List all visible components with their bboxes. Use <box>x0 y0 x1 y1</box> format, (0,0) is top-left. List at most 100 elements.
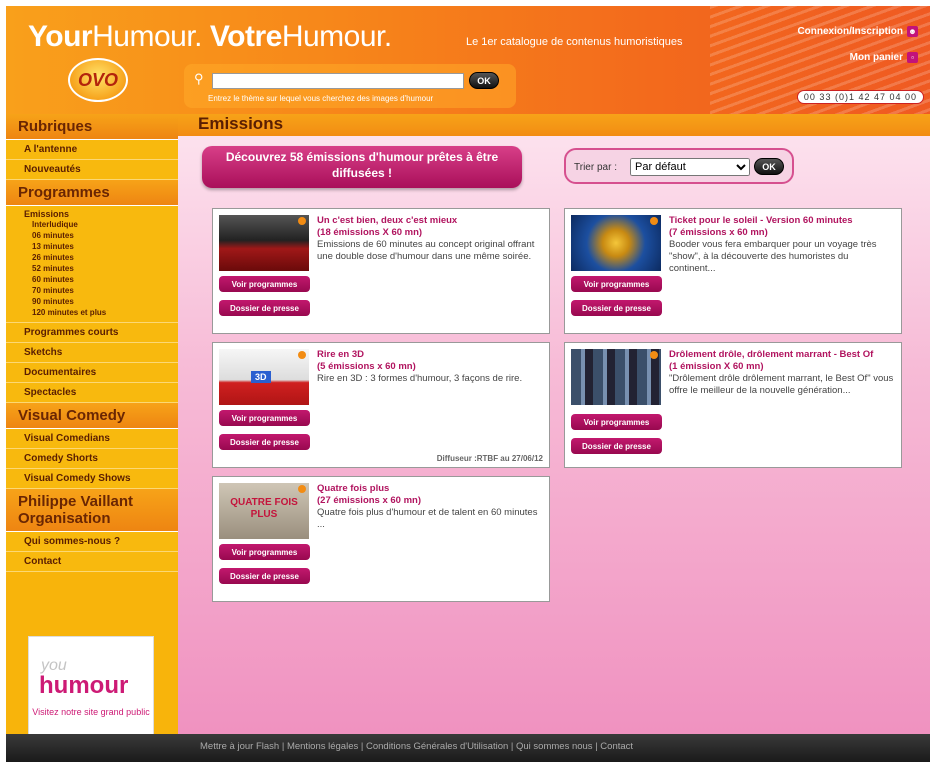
program-info: Quatre fois plus (27 émissions x 60 mn) … <box>317 483 545 531</box>
ovo-logo[interactable]: OVO <box>68 58 128 102</box>
thumbnail-badge <box>298 351 306 359</box>
program-title[interactable]: Rire en 3D <box>317 349 545 361</box>
thumbnail-badge <box>298 217 306 225</box>
voir-programmes-button[interactable]: Voir programmes <box>219 544 310 560</box>
dossier-presse-button[interactable]: Dossier de presse <box>571 300 662 316</box>
program-card: Voir programmes Dossier de presse Un c'e… <box>212 208 550 334</box>
program-description: Emissions de 60 minutes au concept origi… <box>317 239 535 262</box>
phone-number: 00 33 (0)1 42 47 04 00 <box>796 90 924 104</box>
sidebar-item-comedy-shorts[interactable]: Comedy Shorts <box>6 449 178 469</box>
dossier-presse-button[interactable]: Dossier de presse <box>219 434 310 450</box>
sidebar-subitem-70[interactable]: 70 minutes <box>24 285 160 296</box>
search-ok-button[interactable]: OK <box>469 72 499 89</box>
sort-select[interactable]: Par défaut <box>630 158 750 176</box>
voir-programmes-button[interactable]: Voir programmes <box>571 276 662 292</box>
sidebar-subitem-interludique[interactable]: Interludique <box>24 219 160 230</box>
sidebar-item-visual-comedy-shows[interactable]: Visual Comedy Shows <box>6 469 178 489</box>
brand-humour-1: Humour. <box>92 20 202 53</box>
program-thumbnail[interactable] <box>571 349 661 405</box>
brand-votre: Votre <box>209 20 282 53</box>
sidebar-item-programmes-courts[interactable]: Programmes courts <box>6 323 178 343</box>
sidebar-subitem-52[interactable]: 52 minutes <box>24 263 160 274</box>
login-link-label: Connexion/Inscription <box>797 26 903 37</box>
thumbnail-badge <box>650 217 658 225</box>
sidebar: Rubriques A l'antenne Nouveautés Program… <box>6 114 178 744</box>
search-icon: ⚲ <box>194 71 204 86</box>
dossier-presse-button[interactable]: Dossier de presse <box>571 438 662 454</box>
youhumour-promo[interactable]: you humour Visitez notre site grand publ… <box>28 636 154 744</box>
program-info: Rire en 3D (5 émissions x 60 mn) Rire en… <box>317 349 545 385</box>
site-brand[interactable]: YourHumour. VotreHumour. <box>28 20 392 54</box>
search-input[interactable] <box>212 73 464 89</box>
sidebar-subitem-06[interactable]: 06 minutes <box>24 230 160 241</box>
promo-humour: humour <box>39 672 129 699</box>
sidebar-heading-pvo: Philippe Vaillant Organisation <box>6 489 178 532</box>
program-description: Booder vous fera embarquer pour un voyag… <box>669 239 877 274</box>
program-thumbnail[interactable] <box>571 215 661 271</box>
program-count: (18 émissions X 60 mn) <box>317 227 423 238</box>
sort-panel: Trier par : Par défaut OK <box>564 148 794 184</box>
sidebar-subitem-13[interactable]: 13 minutes <box>24 241 160 252</box>
tagline: Le 1er catalogue de contenus humoristiqu… <box>466 36 683 48</box>
program-thumbnail[interactable]: QUATRE FOIS PLUS <box>219 483 309 539</box>
login-link[interactable]: Connexion/Inscription ☻ <box>797 26 918 37</box>
cart-link-label: Mon panier <box>849 52 903 63</box>
site-header: YourHumour. VotreHumour. Le 1er catalogu… <box>6 6 930 114</box>
cart-link[interactable]: Mon panier ▫ <box>850 52 918 63</box>
user-icon: ☻ <box>907 26 918 37</box>
sidebar-subitem-90[interactable]: 90 minutes <box>24 296 160 307</box>
thumbnail-quatre-label: QUATRE FOIS PLUS <box>230 497 298 520</box>
sidebar-item-spectacles[interactable]: Spectacles <box>6 383 178 403</box>
search-hint: Entrez le thème sur lequel vous cherchez… <box>208 94 434 103</box>
program-title[interactable]: Quatre fois plus <box>317 483 545 495</box>
thumbnail-badge <box>298 485 306 493</box>
program-description: Quatre fois plus d'humour et de talent e… <box>317 507 538 530</box>
sidebar-subitem-60[interactable]: 60 minutes <box>24 274 160 285</box>
discover-banner: Découvrez 58 émissions d'humour prêtes à… <box>202 146 522 188</box>
program-title[interactable]: Un c'est bien, deux c'est mieux <box>317 215 545 227</box>
dossier-presse-button[interactable]: Dossier de presse <box>219 300 310 316</box>
dossier-presse-button[interactable]: Dossier de presse <box>219 568 310 584</box>
sidebar-heading-visual-comedy: Visual Comedy <box>6 403 178 429</box>
footer-links[interactable]: Mettre à jour Flash | Mentions légales |… <box>6 734 930 762</box>
sidebar-item-qui-sommes-nous[interactable]: Qui sommes-nous ? <box>6 532 178 552</box>
sort-ok-button[interactable]: OK <box>754 158 784 175</box>
sidebar-group-emissions: Emissions Interludique 06 minutes 13 min… <box>6 206 178 323</box>
voir-programmes-button[interactable]: Voir programmes <box>219 410 310 426</box>
sidebar-item-visual-comedians[interactable]: Visual Comedians <box>6 429 178 449</box>
program-card: Voir programmes Dossier de presse Ticket… <box>564 208 902 334</box>
sidebar-item-emissions[interactable]: Emissions <box>24 209 160 219</box>
program-title[interactable]: Drôlement drôle, drôlement marrant - Bes… <box>669 349 897 361</box>
sidebar-subitem-120[interactable]: 120 minutes et plus <box>24 307 160 318</box>
thumbnail-badge <box>650 351 658 359</box>
promo-visit-link[interactable]: Visitez notre site grand public <box>29 707 153 718</box>
program-info: Drôlement drôle, drôlement marrant - Bes… <box>669 349 897 397</box>
program-card: QUATRE FOIS PLUS Voir programmes Dossier… <box>212 476 550 602</box>
sidebar-heading-programmes: Programmes <box>6 180 178 206</box>
program-count: (7 émissions x 60 mn) <box>669 227 768 238</box>
sidebar-item-contact[interactable]: Contact <box>6 552 178 572</box>
brand-your: Your <box>28 20 93 53</box>
program-description: Rire en 3D : 3 formes d'humour, 3 façons… <box>317 373 523 384</box>
search-panel: ⚲ OK Entrez le thème sur lequel vous che… <box>184 64 516 108</box>
program-card: Voir programmes Dossier de presse Drôlem… <box>564 342 902 468</box>
voir-programmes-button[interactable]: Voir programmes <box>571 414 662 430</box>
program-count: (1 émission X 60 mn) <box>669 361 764 372</box>
voir-programmes-button[interactable]: Voir programmes <box>219 276 310 292</box>
sidebar-item-documentaires[interactable]: Documentaires <box>6 363 178 383</box>
program-count: (5 émissions x 60 mn) <box>317 361 416 372</box>
sidebar-item-nouveautes[interactable]: Nouveautés <box>6 160 178 180</box>
main-content: Emissions Découvrez 58 émissions d'humou… <box>178 114 930 734</box>
sidebar-heading-rubriques: Rubriques <box>6 114 178 140</box>
program-title[interactable]: Ticket pour le soleil - Version 60 minut… <box>669 215 897 227</box>
thumbnail-3d-label: 3D <box>251 371 271 383</box>
program-card: 3D Voir programmes Dossier de presse Rir… <box>212 342 550 468</box>
program-thumbnail[interactable]: 3D <box>219 349 309 405</box>
sidebar-item-a-l-antenne[interactable]: A l'antenne <box>6 140 178 160</box>
cart-icon: ▫ <box>907 52 918 63</box>
program-thumbnail[interactable] <box>219 215 309 271</box>
sidebar-item-sketchs[interactable]: Sketchs <box>6 343 178 363</box>
program-diffuseur: Diffuseur :RTBF au 27/06/12 <box>436 454 543 463</box>
sidebar-subitem-26[interactable]: 26 minutes <box>24 252 160 263</box>
program-info: Ticket pour le soleil - Version 60 minut… <box>669 215 897 275</box>
